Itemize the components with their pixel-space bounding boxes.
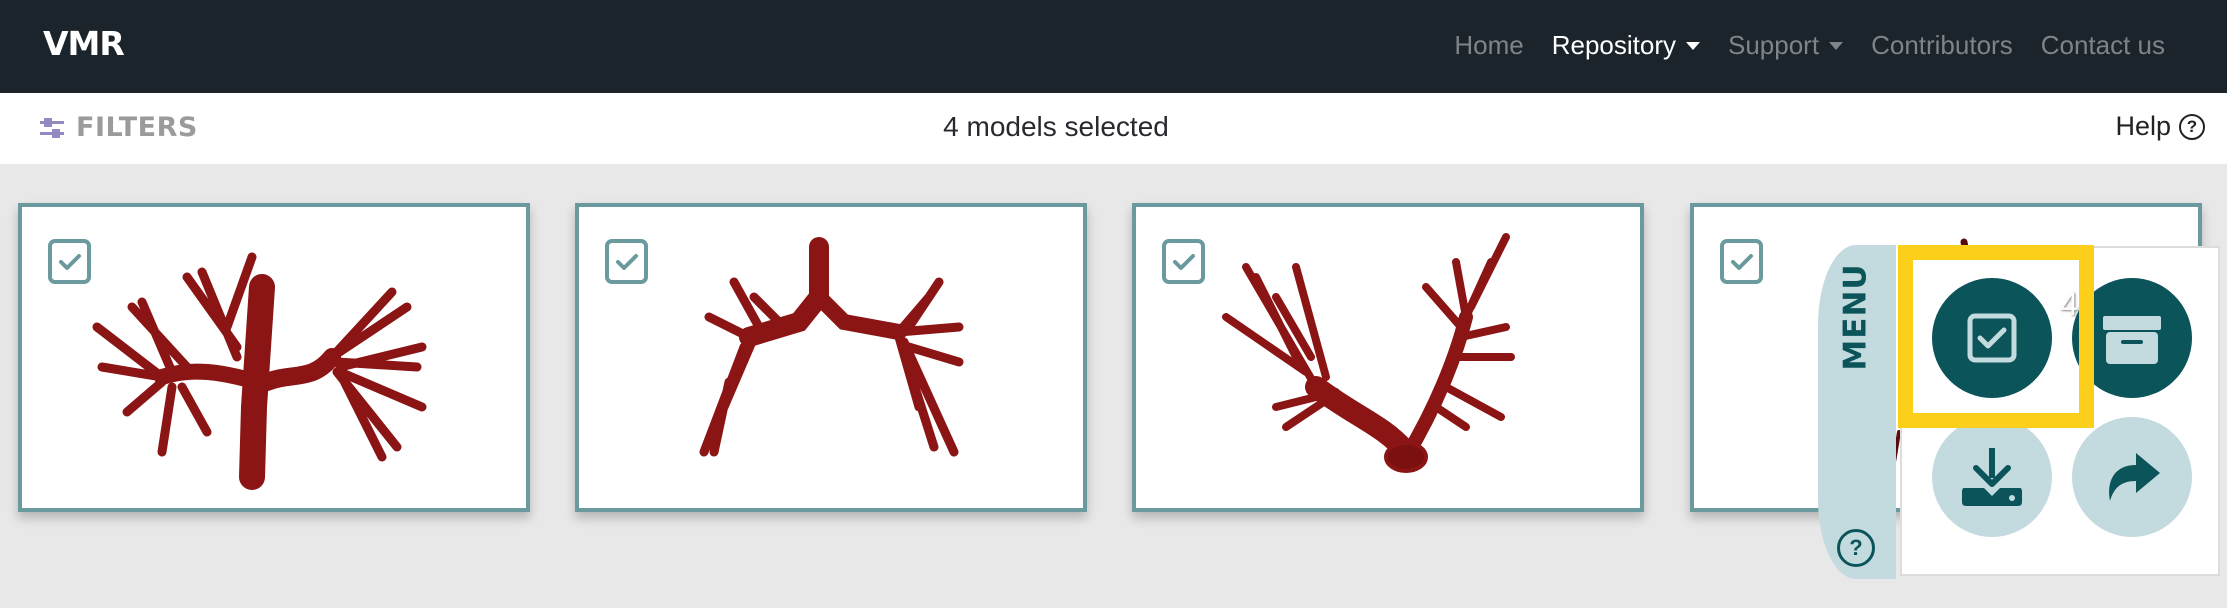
nav-contributors-label: Contributors [1871, 30, 2013, 60]
selection-toolbar: FILTERS 4 models selected Help ? [0, 93, 2227, 164]
vessel-model-image [92, 252, 427, 490]
checkmark-icon [1172, 253, 1195, 270]
nav-contributors[interactable]: Contributors [1871, 30, 2013, 61]
model-checkbox[interactable] [1162, 239, 1205, 284]
nav-menu: Home Repository Support Contributors Con… [1454, 30, 2165, 61]
nav-home[interactable]: Home [1454, 30, 1523, 61]
brand-logo[interactable]: VMR [43, 24, 125, 63]
vessel-model-image [699, 237, 964, 457]
nav-contact-us[interactable]: Contact us [2041, 30, 2165, 61]
model-checkbox[interactable] [48, 239, 91, 284]
nav-repository[interactable]: Repository [1552, 30, 1700, 61]
navbar: VMR Home Repository Support Contributors… [0, 0, 2227, 93]
archive-box-icon [2103, 316, 2161, 364]
share-icon [2109, 453, 2160, 501]
nav-contact-label: Contact us [2040, 30, 2165, 60]
vessel-model-image [1222, 233, 1515, 473]
model-card[interactable] [18, 203, 530, 512]
download-button[interactable] [1932, 417, 2052, 537]
selection-count-badge: 4 [2060, 285, 2079, 322]
menu-help-icon[interactable]: ? [1837, 529, 1875, 567]
menu-label: MENU [1838, 263, 1874, 371]
model-checkbox[interactable] [1720, 239, 1763, 284]
download-icon [1962, 448, 2022, 506]
checkbox-icon [1967, 313, 2017, 363]
caret-down-icon [1829, 41, 1844, 50]
question-circle-icon: ? [2179, 113, 2205, 140]
checkmark-icon [615, 253, 638, 270]
archive-button[interactable] [2072, 278, 2192, 398]
help-label: Help [2115, 111, 2171, 141]
caret-down-icon [1686, 41, 1700, 50]
select-all-button[interactable] [1932, 278, 2052, 398]
nav-support-label: Support [1728, 30, 1820, 60]
model-card[interactable] [575, 203, 1087, 512]
share-button[interactable] [2072, 417, 2192, 537]
checkmark-icon [58, 253, 81, 270]
checkmark-icon [1730, 253, 1753, 270]
nav-repository-label: Repository [1551, 30, 1676, 60]
nav-home-label: Home [1454, 30, 1524, 60]
selected-count: 4 models selected [943, 111, 1169, 142]
nav-support[interactable]: Support [1728, 30, 1844, 61]
help-button[interactable]: Help ? [2115, 111, 2205, 142]
model-checkbox[interactable] [605, 239, 648, 284]
model-card[interactable] [1132, 203, 1644, 512]
